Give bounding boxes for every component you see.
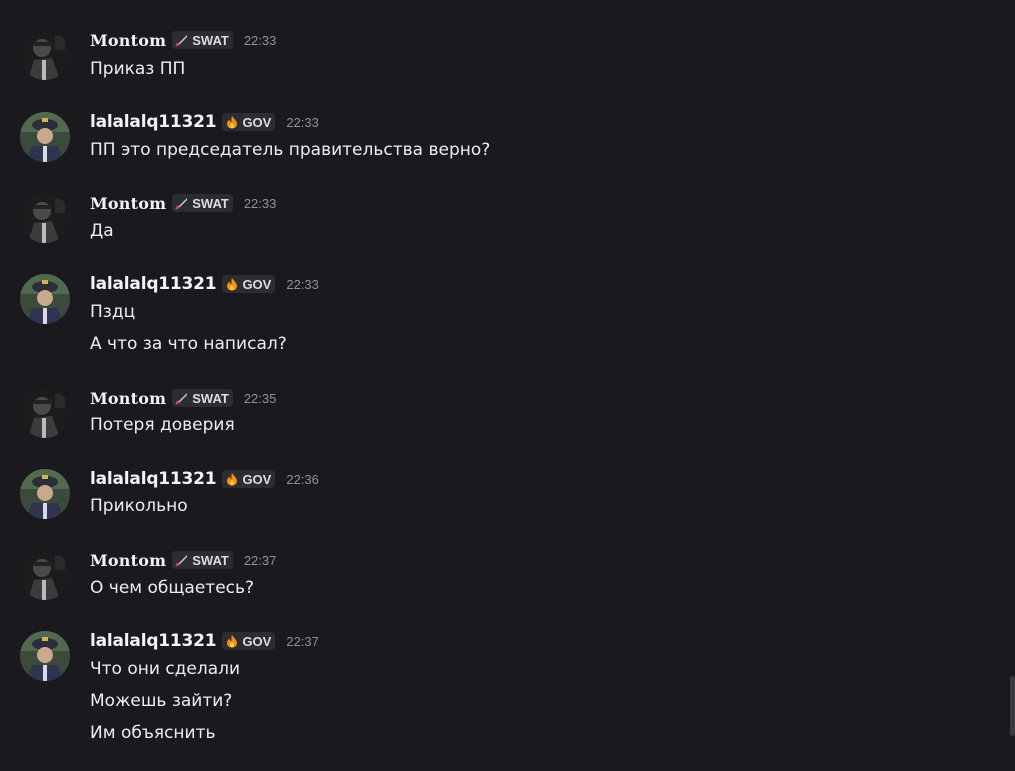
badge-label: SWAT xyxy=(192,552,229,568)
timestamp[interactable]: 22:37 xyxy=(286,634,319,649)
badge-label: SWAT xyxy=(192,32,229,48)
timestamp[interactable]: 22:36 xyxy=(286,472,319,487)
username[interactable]: lalalalq11321 xyxy=(90,469,217,489)
username[interactable]: lalalalq11321 xyxy=(90,112,217,132)
message-text: ПП это председатель правительства верно? xyxy=(90,140,491,160)
message-text: Что они сделали xyxy=(90,659,241,679)
username[interactable]: Montom xyxy=(90,194,166,213)
sword-icon xyxy=(175,391,189,405)
message-header: lalalalq11321 GOV 22:36 xyxy=(90,469,319,489)
badge-label: GOV xyxy=(242,276,272,292)
message-text: Потеря доверия xyxy=(90,415,235,435)
role-badge[interactable]: GOV xyxy=(222,632,276,650)
sword-icon xyxy=(175,553,189,567)
username[interactable]: Montom xyxy=(90,551,166,570)
message-header: Montom SWAT 22:33 xyxy=(90,30,276,50)
avatar[interactable] xyxy=(20,469,70,519)
timestamp[interactable]: 22:33 xyxy=(286,277,319,292)
avatar[interactable] xyxy=(20,274,70,324)
message-header: Montom SWAT 22:33 xyxy=(90,193,276,213)
badge-label: GOV xyxy=(242,471,272,487)
message-header: lalalalq11321 GOV 22:33 xyxy=(90,274,319,294)
message-header: lalalalq11321 GOV 22:37 xyxy=(90,631,319,651)
role-badge[interactable]: SWAT xyxy=(172,194,233,212)
username[interactable]: lalalalq11321 xyxy=(90,274,217,294)
message-header: Montom SWAT 22:35 xyxy=(90,388,276,408)
sword-icon xyxy=(175,196,189,210)
message-text: Им объяснить xyxy=(90,723,216,743)
scrollbar-thumb[interactable] xyxy=(1010,676,1015,736)
avatar[interactable] xyxy=(20,550,70,600)
timestamp[interactable]: 22:33 xyxy=(244,196,277,211)
timestamp[interactable]: 22:35 xyxy=(244,391,277,406)
chat-messages: Montom SWAT 22:33 Приказ ПП lalalalq1132… xyxy=(0,0,1015,771)
fire-icon xyxy=(225,115,239,129)
message-header: lalalalq11321 GOV 22:33 xyxy=(90,112,319,132)
fire-icon xyxy=(225,634,239,648)
timestamp[interactable]: 22:33 xyxy=(286,115,319,130)
message-text: О чем общаетесь? xyxy=(90,578,255,598)
message-text: Пздц xyxy=(90,302,136,322)
username[interactable]: Montom xyxy=(90,31,166,50)
username[interactable]: lalalalq11321 xyxy=(90,631,217,651)
message-text: Прикольно xyxy=(90,496,188,516)
sword-icon xyxy=(175,33,189,47)
message-text: А что за что написал? xyxy=(90,334,287,354)
fire-icon xyxy=(225,277,239,291)
message-text: Да xyxy=(90,221,114,241)
fire-icon xyxy=(225,472,239,486)
timestamp[interactable]: 22:37 xyxy=(244,553,277,568)
role-badge[interactable]: SWAT xyxy=(172,551,233,569)
timestamp[interactable]: 22:33 xyxy=(244,33,277,48)
message-header: Montom SWAT 22:37 xyxy=(90,550,276,570)
message-text: Приказ ПП xyxy=(90,59,186,79)
badge-label: SWAT xyxy=(192,390,229,406)
message-text: Можешь зайти? xyxy=(90,691,233,711)
role-badge[interactable]: SWAT xyxy=(172,31,233,49)
role-badge[interactable]: GOV xyxy=(222,470,276,488)
avatar[interactable] xyxy=(20,112,70,162)
role-badge[interactable]: SWAT xyxy=(172,389,233,407)
role-badge[interactable]: GOV xyxy=(222,113,276,131)
badge-label: GOV xyxy=(242,633,272,649)
badge-label: GOV xyxy=(242,114,272,130)
avatar[interactable] xyxy=(20,30,70,80)
avatar[interactable] xyxy=(20,388,70,438)
username[interactable]: Montom xyxy=(90,389,166,408)
avatar[interactable] xyxy=(20,631,70,681)
avatar[interactable] xyxy=(20,193,70,243)
badge-label: SWAT xyxy=(192,195,229,211)
role-badge[interactable]: GOV xyxy=(222,275,276,293)
